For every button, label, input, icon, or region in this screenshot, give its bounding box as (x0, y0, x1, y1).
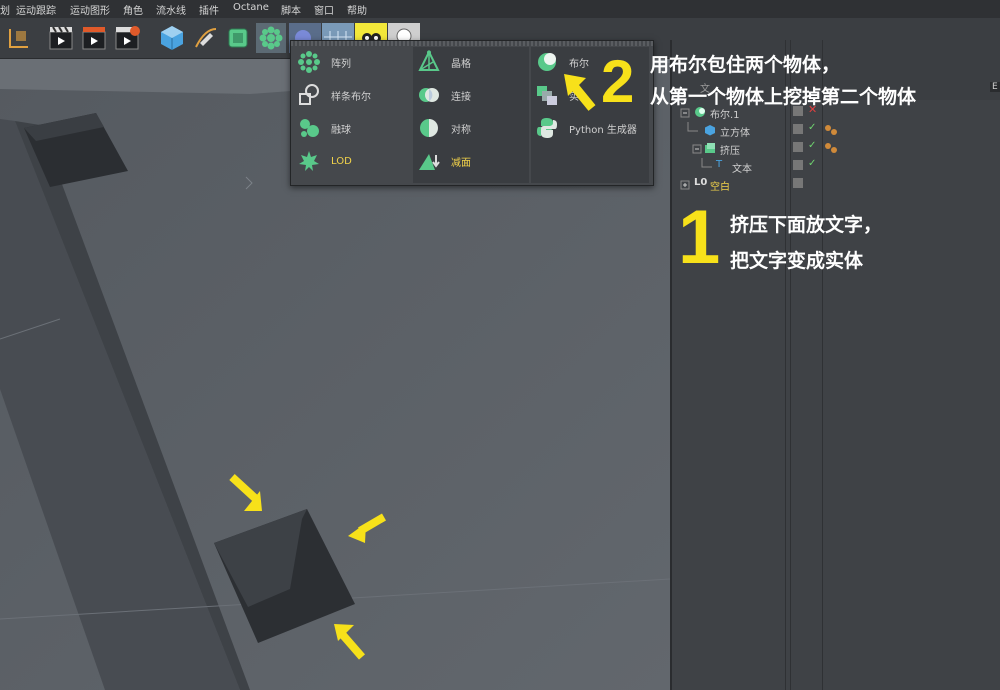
popup-item-label: 阵列 (331, 58, 351, 70)
tag-icon[interactable] (824, 124, 838, 136)
menu-item-character[interactable]: 角色 (123, 2, 143, 17)
step-1-line-1: 挤压下面放文字， (730, 214, 883, 236)
python-generator-icon (537, 118, 557, 138)
popup-column-2: 晶格 连接 对称 减面 (413, 47, 529, 183)
menu-item-script[interactable]: 脚本 (281, 2, 301, 17)
cube-icon (705, 125, 715, 136)
polygon-reduction-icon (419, 154, 440, 170)
layer-toggle[interactable] (793, 124, 803, 134)
popup-item-polygon-reduction[interactable]: 减面 (417, 146, 471, 176)
instance-icon (537, 86, 557, 105)
render-settings-button[interactable] (113, 23, 143, 53)
axis-icon (9, 29, 28, 48)
null-icon: L0 (694, 177, 708, 188)
check-icon[interactable]: ✓ (808, 140, 816, 151)
clapper-render-icon (82, 27, 106, 50)
menu-item-help[interactable]: 帮助 (347, 2, 367, 17)
connect-icon (419, 88, 439, 102)
pen-button[interactable] (190, 23, 220, 53)
metaball-icon (300, 119, 319, 137)
popup-item-lod[interactable]: LOD (297, 146, 352, 176)
expand-icon[interactable] (692, 144, 702, 154)
check-icon[interactable]: ✓ (808, 122, 816, 133)
symmetry-icon (420, 119, 438, 137)
popup-drag-handle[interactable] (291, 41, 653, 46)
subdivision-surface-button[interactable] (223, 23, 253, 53)
object-label: 文本 (732, 164, 752, 175)
object-row[interactable]: 立方体 ✓ (680, 122, 1000, 140)
layer-toggle[interactable] (793, 178, 803, 188)
boolean-icon (538, 53, 556, 71)
step-1-line-2: 把文字变成实体 (730, 250, 864, 272)
popup-item-python-generator[interactable]: Python 生成器 (535, 113, 637, 143)
popup-item-metaball[interactable]: 融球 (297, 113, 351, 143)
popup-column-1: 阵列 样条布尔 融球 LOD (293, 47, 411, 183)
popup-item-label: 减面 (451, 157, 471, 169)
extrude-icon (705, 143, 715, 153)
cloner-icon (259, 26, 283, 50)
text-icon: T (716, 159, 723, 170)
render-view-button[interactable] (47, 23, 77, 53)
menu-item-pipeline[interactable]: 流水线 (156, 2, 186, 17)
menu-item-create[interactable]: 划 (0, 2, 10, 17)
object-row[interactable]: T 文本 ✓ (680, 158, 1000, 176)
spline-boolean-icon (299, 84, 319, 105)
check-icon[interactable]: ✓ (808, 158, 816, 169)
tree-line-icon (687, 122, 698, 132)
expand-icon[interactable] (680, 108, 690, 118)
menu-bar: 划 运动跟踪 运动图形 角色 流水线 插件 Octane 脚本 窗口 帮助 (0, 0, 1000, 18)
popup-item-array[interactable]: 阵列 (297, 47, 351, 77)
object-row[interactable]: L0 空白 (680, 176, 1000, 194)
lod-icon (299, 151, 319, 171)
panel-corner-label[interactable]: E (990, 82, 1000, 92)
popup-item-label: 对称 (451, 124, 471, 136)
tag-icon[interactable] (824, 142, 838, 154)
menu-item-window[interactable]: 窗口 (314, 2, 334, 17)
expand-icon[interactable] (680, 180, 690, 190)
menu-item-plugins[interactable]: 插件 (199, 2, 219, 17)
popup-item-symmetry[interactable]: 对称 (417, 113, 471, 143)
pen-icon (195, 28, 217, 48)
popup-item-label: 融球 (331, 124, 351, 136)
clapper-icon (49, 26, 73, 50)
popup-item-spline-boolean[interactable]: 样条布尔 (297, 80, 371, 110)
clapper-settings-icon (115, 26, 140, 50)
popup-item-label: 样条布尔 (331, 91, 371, 103)
object-row[interactable]: 挤压 ✓ (680, 140, 1000, 158)
step-1-number: 1 (678, 195, 721, 280)
step-2-number: 2 (601, 48, 635, 115)
popup-item-atom-array[interactable]: 晶格 (417, 47, 471, 77)
render-active-button[interactable] (80, 23, 110, 53)
mograph-cloner-button[interactable] (256, 23, 286, 53)
step-2-line-2: 从第一个物体上挖掉第二个物体 (650, 86, 917, 108)
menu-item-octane[interactable]: Octane (233, 2, 269, 13)
layer-toggle[interactable] (793, 160, 803, 170)
coordinate-system-button[interactable] (4, 23, 34, 53)
object-label: 立方体 (720, 128, 750, 139)
object-manager-panel: 文 E 布尔.1 ✕ 立方体 ✓ 挤压 ✓ T 文本 ✓ L0 空白 1 挤压下… (670, 40, 1000, 690)
popup-item-connect[interactable]: 连接 (417, 80, 471, 110)
object-label: 挤压 (720, 146, 740, 157)
tree-line-icon (701, 158, 712, 168)
menu-item-mograph[interactable]: 运动图形 (70, 2, 110, 17)
popup-item-label: LOD (331, 155, 352, 167)
layer-toggle[interactable] (793, 142, 803, 152)
subdivision-icon (228, 28, 248, 48)
cube-button[interactable] (157, 23, 187, 53)
atom-array-icon (418, 50, 440, 71)
popup-item-label: 连接 (451, 91, 471, 103)
cube-icon (161, 26, 183, 50)
menu-item-motion-tracking[interactable]: 运动跟踪 (16, 2, 56, 17)
yellow-arrow-icon (564, 74, 596, 111)
step-2-line-1: 用布尔包住两个物体， (650, 54, 841, 76)
object-label: 空白 (710, 182, 730, 193)
popup-item-label: Python 生成器 (569, 124, 637, 136)
array-icon (298, 51, 320, 73)
popup-item-label: 晶格 (451, 58, 471, 70)
